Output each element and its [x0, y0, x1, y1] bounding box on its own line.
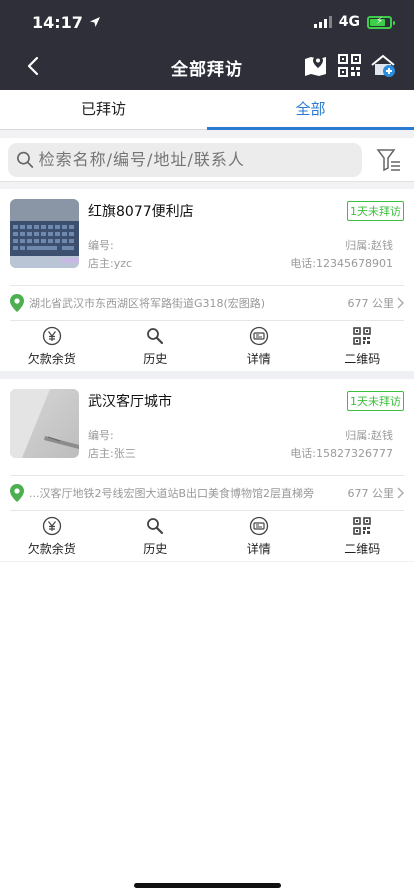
card-divider: [0, 371, 414, 379]
status-right: 4G ⚡: [313, 14, 395, 30]
id-card-icon: [249, 326, 269, 346]
map-pin-icon[interactable]: [303, 53, 328, 78]
details-label: 详情: [246, 352, 271, 366]
status-bar: 14:17 4G ⚡: [0, 0, 414, 44]
store-phone: 电话:12345678901: [290, 257, 393, 270]
visit-status-badge: 1天未拜访: [347, 201, 404, 221]
network-label: 4G: [338, 14, 360, 30]
store-distance: 677 公里: [347, 297, 395, 310]
location-pin-icon: [10, 484, 24, 502]
store-code: 编号:: [88, 429, 114, 442]
search-box[interactable]: [8, 142, 362, 177]
store-actions: 欠款余货 历史 详情 二维码: [0, 511, 414, 561]
qr-code-label: 二维码: [344, 542, 381, 556]
store-address-row[interactable]: 湖北省武汉市东西湖区将军路街道G318(宏图路) 677 公里: [10, 285, 404, 321]
tab-all[interactable]: 全部: [207, 90, 414, 130]
back-icon[interactable]: [22, 54, 46, 78]
history-label: 历史: [143, 352, 168, 366]
store-distance-group: 677 公里: [348, 485, 405, 501]
nav-actions: [303, 53, 396, 78]
battery-icon: ⚡: [367, 15, 395, 29]
visit-status-badge: 1天未拜访: [347, 391, 404, 411]
history-label: 历史: [143, 542, 168, 556]
magnifier-icon: [145, 326, 165, 346]
store-photo: [10, 199, 79, 268]
store-belongs: 归属:赵钱: [345, 429, 393, 442]
status-time: 14:17: [32, 12, 83, 32]
yen-circle-icon: [42, 516, 62, 536]
add-store-icon[interactable]: [371, 53, 396, 78]
yen-circle-icon: [42, 326, 62, 346]
id-card-icon: [249, 516, 269, 536]
arrears-button[interactable]: 欠款余货: [0, 516, 104, 561]
store-code: 编号:: [88, 239, 114, 252]
store-owner: 店主:张三: [88, 447, 136, 460]
status-time-group: 14:17: [32, 13, 101, 32]
tab-visited[interactable]: 已拜访: [0, 90, 207, 129]
store-card[interactable]: 红旗8077便利店 1天未拜访 编号: 店主:yzc 归属:赵钱 电话:1234…: [0, 189, 414, 379]
store-distance-group: 677 公里: [348, 295, 405, 311]
store-card[interactable]: 武汉客厅城市 1天未拜访 编号: 店主:张三 归属:赵钱 电话:15827326…: [0, 379, 414, 569]
magnifier-icon: [145, 516, 165, 536]
qr-code-icon: [352, 326, 372, 346]
details-button[interactable]: 详情: [207, 516, 311, 561]
chevron-right-icon: [397, 297, 404, 309]
qr-code-label: 二维码: [344, 352, 381, 366]
store-card-header[interactable]: 红旗8077便利店 1天未拜访 编号: 店主:yzc 归属:赵钱 电话:1234…: [0, 189, 414, 285]
arrears-label: 欠款余货: [27, 542, 76, 556]
home-indicator[interactable]: [134, 883, 281, 888]
store-name: 红旗8077便利店: [88, 204, 194, 220]
store-owner: 店主:yzc: [88, 257, 133, 270]
header: 14:17 4G ⚡ 全部拜访: [0, 0, 414, 90]
details-label: 详情: [246, 542, 271, 556]
arrears-button[interactable]: 欠款余货: [0, 326, 104, 371]
qr-code-button[interactable]: 二维码: [311, 516, 414, 561]
location-pin-icon: [10, 294, 24, 312]
search-row: [0, 138, 414, 182]
store-phone: 电话:15827326777: [290, 447, 393, 460]
details-button[interactable]: 详情: [207, 326, 311, 371]
tab-bar: 已拜访 全部: [0, 90, 414, 130]
store-belongs: 归属:赵钱: [345, 239, 393, 252]
store-address: ...汉客厅地铁2号线宏图大道站B出口美食博物馆2层直梯旁: [29, 487, 315, 500]
qr-scan-icon[interactable]: [337, 53, 362, 78]
qr-code-button[interactable]: 二维码: [311, 326, 414, 371]
filter-icon[interactable]: [376, 147, 402, 173]
store-address: 湖北省武汉市东西湖区将军路街道G318(宏图路): [29, 297, 266, 310]
store-photo: [10, 389, 79, 458]
qr-code-icon: [352, 516, 372, 536]
signal-icon: [313, 16, 332, 28]
location-arrow-icon: [89, 17, 100, 27]
search-input[interactable]: [38, 150, 354, 169]
arrears-label: 欠款余货: [27, 352, 76, 366]
store-distance: 677 公里: [347, 487, 395, 500]
history-button[interactable]: 历史: [104, 516, 208, 561]
store-address-row[interactable]: ...汉客厅地铁2号线宏图大道站B出口美食博物馆2层直梯旁 677 公里: [10, 475, 404, 511]
store-actions: 欠款余货 历史 详情 二维码: [0, 321, 414, 371]
store-card-header[interactable]: 武汉客厅城市 1天未拜访 编号: 店主:张三 归属:赵钱 电话:15827326…: [0, 379, 414, 475]
empty-area: [0, 562, 414, 896]
chevron-right-icon: [397, 487, 404, 499]
history-button[interactable]: 历史: [104, 326, 208, 371]
search-icon: [17, 151, 34, 168]
store-name: 武汉客厅城市: [88, 394, 172, 410]
nav-bar: 全部拜访: [0, 44, 414, 90]
